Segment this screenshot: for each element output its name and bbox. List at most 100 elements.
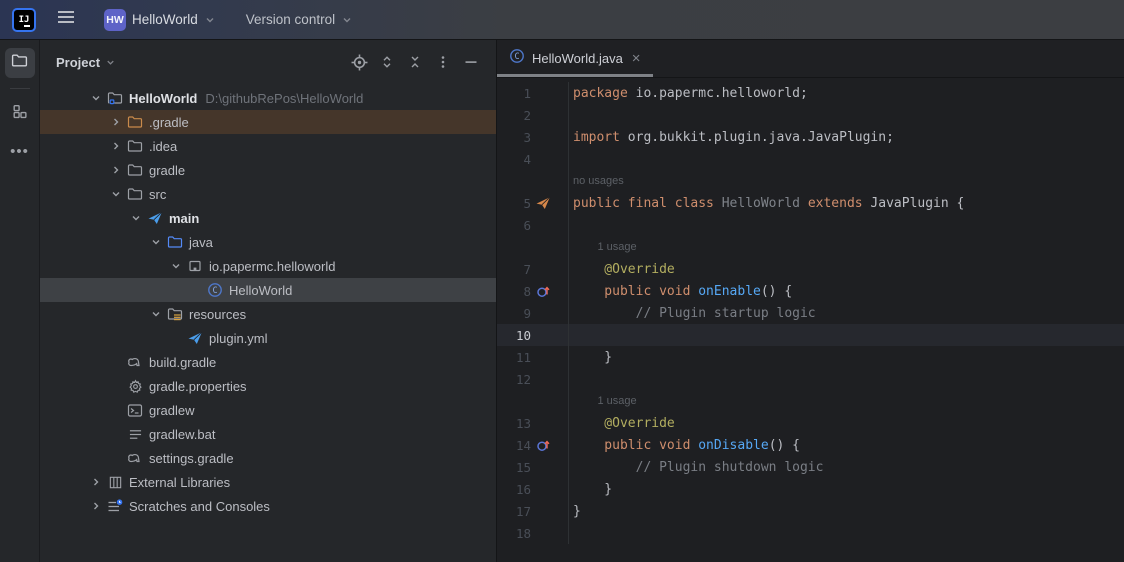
- code-line-1[interactable]: 1package io.papermc.helloworld;: [497, 82, 1124, 104]
- chevron-down-icon[interactable]: [105, 57, 116, 68]
- more-tool-windows-button[interactable]: •••: [10, 143, 29, 160]
- package-icon: [186, 258, 204, 274]
- tree-item-label: Scratches and Consoles: [129, 499, 270, 514]
- usage-hint-text[interactable]: 1 usage: [573, 395, 637, 407]
- chevron-right-icon[interactable]: [106, 116, 126, 128]
- tree-item-java[interactable]: java: [40, 230, 496, 254]
- tool-window-stripe: •••: [0, 40, 40, 562]
- code-editor[interactable]: 1package io.papermc.helloworld;23import …: [497, 78, 1124, 562]
- tree-item-label: io.papermc.helloworld: [209, 259, 335, 274]
- editor-gutter: [497, 170, 568, 192]
- tree-item-label: resources: [189, 307, 246, 322]
- token-kw: import: [573, 130, 620, 145]
- code-line-3[interactable]: 3import org.bukkit.plugin.java.JavaPlugi…: [497, 126, 1124, 148]
- tree-item-plugin-yml[interactable]: plugin.yml: [40, 326, 496, 350]
- code-line-14[interactable]: 14 public void onDisable() {: [497, 434, 1124, 456]
- editor-gutter: 9: [497, 302, 568, 324]
- code-line-7[interactable]: 7 @Override: [497, 258, 1124, 280]
- token-kw: public void: [573, 438, 690, 453]
- ide-window: IJ HW HelloWorld Version control: [0, 0, 1124, 562]
- editor-tab-bar: C HelloWorld.java ×: [497, 40, 1124, 78]
- chevron-down-icon[interactable]: [106, 188, 126, 200]
- locate-file-button[interactable]: [348, 51, 370, 73]
- expand-all-button[interactable]: [376, 51, 398, 73]
- chevron-down-icon[interactable]: [166, 260, 186, 272]
- intellij-logo-icon[interactable]: IJ: [12, 8, 36, 32]
- usage-hint-text[interactable]: 1 usage: [573, 241, 637, 253]
- override-gutter-icon[interactable]: [534, 284, 552, 299]
- options-kebab-icon[interactable]: [432, 51, 454, 73]
- code-line-12[interactable]: 12: [497, 368, 1124, 390]
- code-line-18[interactable]: 18: [497, 522, 1124, 544]
- editor-gutter: 18: [497, 522, 568, 544]
- close-icon[interactable]: ×: [630, 51, 643, 66]
- folder-icon: [126, 139, 144, 153]
- project-widget[interactable]: HW HelloWorld: [98, 5, 222, 35]
- editor-gutter: 16: [497, 478, 568, 500]
- tree-item-gradle[interactable]: .gradle: [40, 110, 496, 134]
- tree-item-gradle[interactable]: gradle: [40, 158, 496, 182]
- chevron-down-icon[interactable]: [146, 236, 166, 248]
- code-content: [568, 104, 1124, 126]
- structure-tool-button[interactable]: [5, 99, 35, 129]
- tree-item-gradlew[interactable]: gradlew: [40, 398, 496, 422]
- code-line-17[interactable]: 17}: [497, 500, 1124, 522]
- code-line-8[interactable]: 8 public void onEnable() {: [497, 280, 1124, 302]
- line-number: 9: [497, 306, 531, 321]
- usage-hint: 1 usage: [497, 236, 1124, 258]
- token-kw: public final class: [573, 196, 714, 211]
- usage-hint-text[interactable]: no usages: [573, 175, 624, 187]
- code-line-4[interactable]: 4: [497, 148, 1124, 170]
- tab-helloworld-java[interactable]: C HelloWorld.java ×: [497, 40, 653, 77]
- tree-item-settings-gradle[interactable]: settings.gradle: [40, 446, 496, 470]
- tab-label: HelloWorld.java: [532, 51, 623, 66]
- editor-gutter: 11: [497, 346, 568, 368]
- editor-gutter: 1: [497, 82, 568, 104]
- code-line-10[interactable]: 10: [497, 324, 1124, 346]
- tree-item-label: .gradle: [149, 115, 189, 130]
- chevron-right-icon[interactable]: [106, 140, 126, 152]
- tree-item-idea[interactable]: .idea: [40, 134, 496, 158]
- tree-item-external-libraries[interactable]: External Libraries: [40, 470, 496, 494]
- main-menu-button[interactable]: [52, 6, 80, 34]
- code-line-5[interactable]: 5public final class HelloWorld extends J…: [497, 192, 1124, 214]
- code-line-11[interactable]: 11 }: [497, 346, 1124, 368]
- folder-icon: [126, 187, 144, 201]
- tree-item-build-gradle[interactable]: build.gradle: [40, 350, 496, 374]
- hide-tool-window-button[interactable]: [460, 51, 482, 73]
- project-panel-title[interactable]: Project: [56, 55, 100, 70]
- tree-item-resources[interactable]: resources: [40, 302, 496, 326]
- token-plain: }: [573, 350, 612, 365]
- chevron-right-icon[interactable]: [106, 164, 126, 176]
- tree-item-gradle-properties[interactable]: gradle.properties: [40, 374, 496, 398]
- code-content: 1 usage: [568, 390, 1124, 412]
- tree-item-helloworld[interactable]: HelloWorldD:\githubRePos\HelloWorld: [40, 86, 496, 110]
- chevron-right-icon[interactable]: [86, 500, 106, 512]
- tree-item-src[interactable]: src: [40, 182, 496, 206]
- override-gutter-icon[interactable]: [534, 438, 552, 453]
- plugin-gutter-icon[interactable]: [534, 195, 552, 211]
- project-tool-button[interactable]: [5, 48, 35, 78]
- tree-item-io-papermc-helloworld[interactable]: io.papermc.helloworld: [40, 254, 496, 278]
- code-line-9[interactable]: 9 // Plugin startup logic: [497, 302, 1124, 324]
- line-number: 6: [497, 218, 531, 233]
- code-line-13[interactable]: 13 @Override: [497, 412, 1124, 434]
- chevron-right-icon[interactable]: [86, 476, 106, 488]
- tree-item-helloworld[interactable]: CHelloWorld: [40, 278, 496, 302]
- tree-item-scratches-and-consoles[interactable]: Scratches and Consoles: [40, 494, 496, 518]
- gradle-icon: [126, 450, 144, 466]
- chevron-down-icon[interactable]: [86, 92, 106, 104]
- tree-item-main[interactable]: main: [40, 206, 496, 230]
- tree-item-label: .idea: [149, 139, 177, 154]
- code-line-6[interactable]: 6: [497, 214, 1124, 236]
- chevron-down-icon[interactable]: [126, 212, 146, 224]
- tree-item-gradlew-bat[interactable]: gradlew.bat: [40, 422, 496, 446]
- code-content: }: [568, 500, 1124, 522]
- collapse-all-button[interactable]: [404, 51, 426, 73]
- code-line-2[interactable]: 2: [497, 104, 1124, 126]
- code-line-16[interactable]: 16 }: [497, 478, 1124, 500]
- chevron-down-icon[interactable]: [146, 308, 166, 320]
- version-control-widget[interactable]: Version control: [240, 8, 359, 31]
- code-line-15[interactable]: 15 // Plugin shutdown logic: [497, 456, 1124, 478]
- line-number: 3: [497, 130, 531, 145]
